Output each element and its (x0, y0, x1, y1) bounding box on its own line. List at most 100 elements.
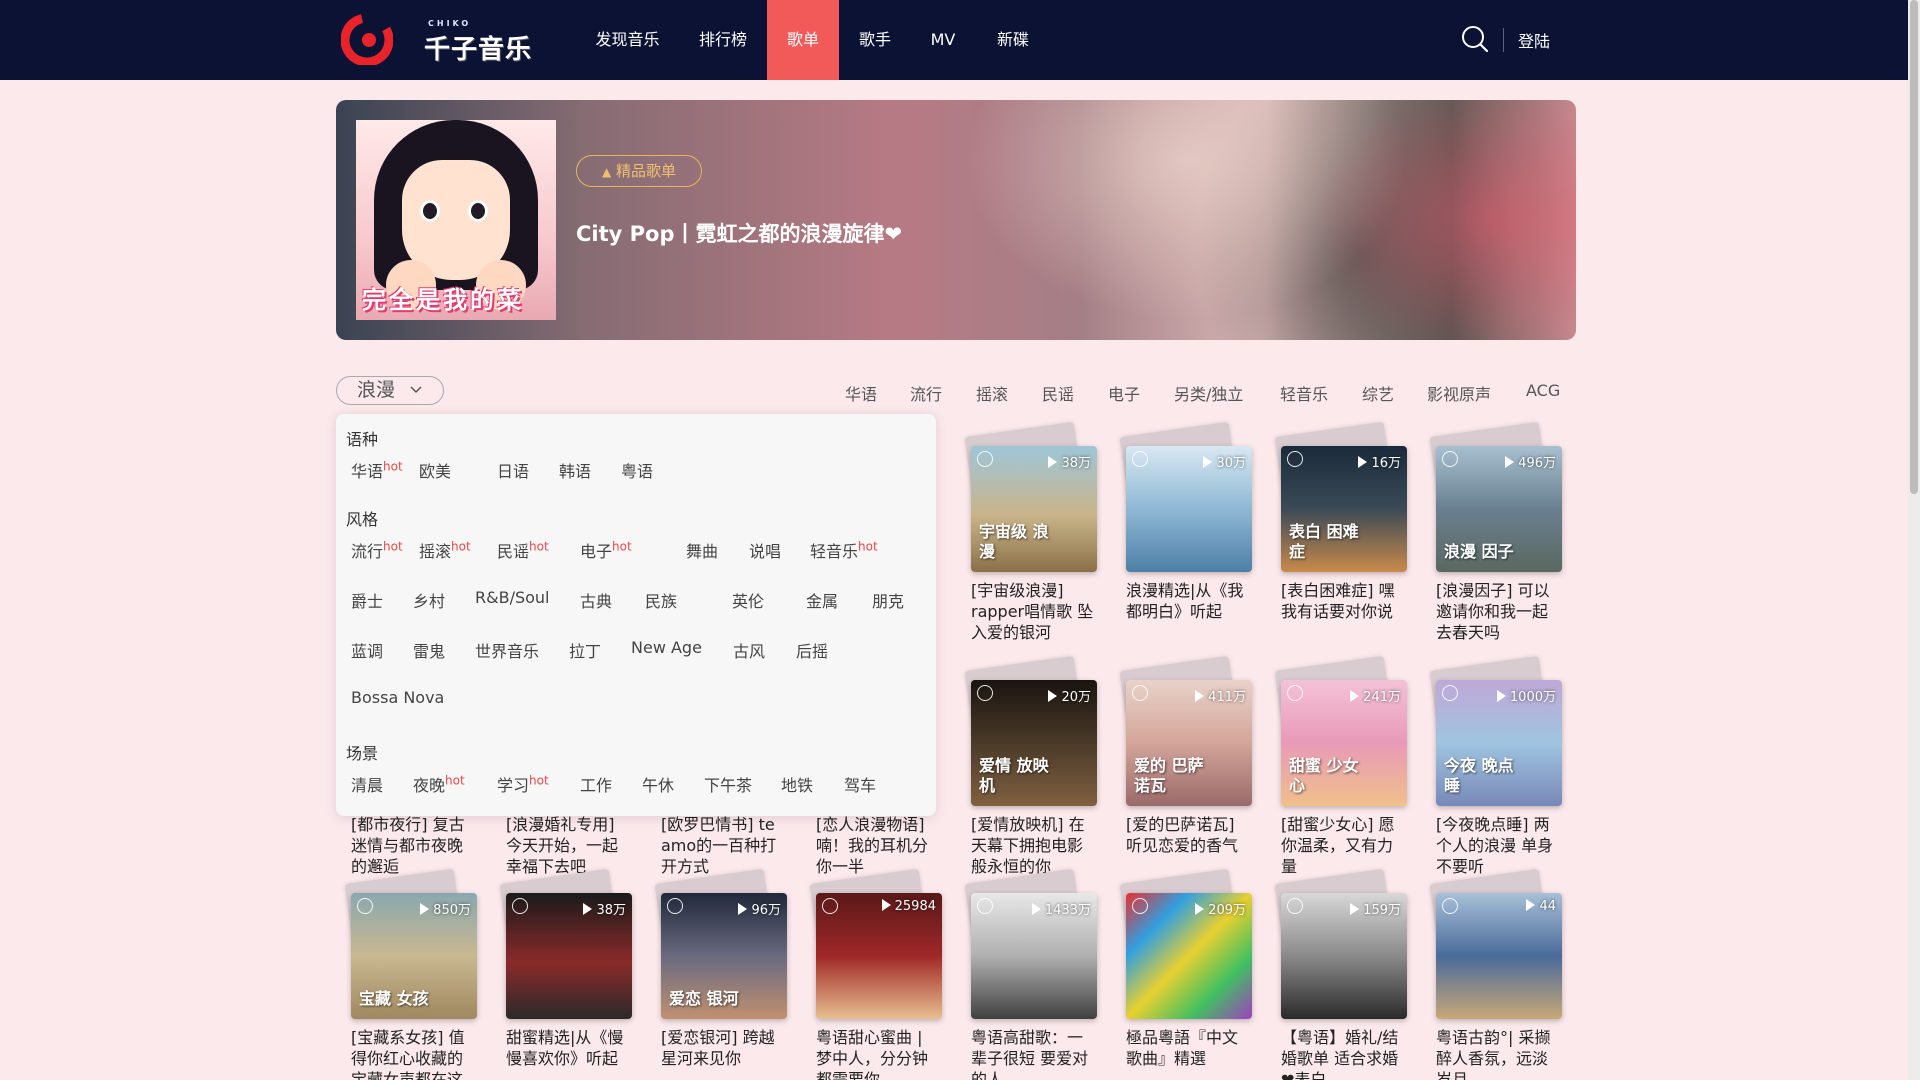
category-option[interactable]: 电子hot (580, 538, 632, 562)
category-tab[interactable]: 影视原声 (1427, 381, 1491, 405)
playlist-title[interactable]: [今夜晚点睡] 两个人的浪漫 单身不要听 (1436, 814, 1562, 877)
playlist-title[interactable]: 粤语甜心蜜曲 | 梦中人，分分钟都需要你 (816, 1027, 942, 1080)
category-option[interactable]: 清晨 (351, 772, 383, 796)
playlist-title[interactable]: [浪漫婚礼专用] 今天开始，一起幸福下去吧 (506, 814, 632, 877)
play-count: 1000万 (1496, 686, 1556, 705)
category-option[interactable]: 舞曲 (686, 538, 718, 562)
playlist-cover[interactable]: 16万 表白 困难症 (1281, 446, 1407, 572)
category-option[interactable]: 驾车 (844, 772, 876, 796)
playlist-title[interactable]: [爱情放映机] 在天幕下拥抱电影般永恒的你 (971, 814, 1097, 877)
category-option[interactable]: 夜晚hot (413, 772, 465, 796)
playlist-cover[interactable]: 25984 (816, 893, 942, 1019)
nav-mv[interactable]: MV (920, 0, 966, 80)
playlist-title[interactable]: [爱恋银河] 跨越星河来见你 (661, 1027, 787, 1069)
category-option[interactable]: 日语 (497, 458, 529, 482)
category-option[interactable]: 雷鬼 (413, 638, 445, 662)
category-option[interactable]: 民族 (645, 588, 677, 612)
category-option[interactable]: Bossa Nova (351, 688, 444, 707)
playlist-cover[interactable]: 1000万 今夜 晚点睡 (1436, 680, 1562, 806)
category-option[interactable]: 朋克 (872, 588, 904, 612)
category-tab[interactable]: 另类/独立 (1174, 381, 1243, 405)
category-option[interactable]: 爵士 (351, 588, 383, 612)
category-option[interactable]: 工作 (580, 772, 612, 796)
playlist-title[interactable]: [恋人浪漫物语] 喃！我的耳机分你一半 (816, 814, 942, 877)
cover-caption: 完全是我的菜 (362, 286, 524, 314)
playlist-title[interactable]: 極品粵語『中文歌曲』精選 (1126, 1027, 1252, 1069)
featured-playlist-banner[interactable]: 完全是我的菜 ▲ 精品歌单 City Pop丨霓虹之都的浪漫旋律❤ (336, 100, 1576, 340)
featured-cover-image[interactable]: 完全是我的菜 (356, 120, 556, 320)
category-option[interactable]: 粤语 (621, 458, 653, 482)
category-option[interactable]: 民谣hot (497, 538, 549, 562)
category-option[interactable]: 学习hot (497, 772, 549, 796)
playlist-title[interactable]: 粤语古韵°| 采撷醉人香氛，远淡岁月 (1436, 1027, 1562, 1080)
category-option[interactable]: R&B/Soul (475, 588, 550, 607)
category-option[interactable]: 韩语 (559, 458, 591, 482)
playlist-cover[interactable]: 1433万 (971, 893, 1097, 1019)
category-tab[interactable]: ACG (1526, 381, 1560, 400)
category-option[interactable]: 下午茶 (704, 772, 752, 796)
playlist-title[interactable]: [宝藏系女孩] 值得你红心收藏的宝藏女声都在这 (351, 1027, 477, 1080)
playlist-cover[interactable]: 38万 (506, 893, 632, 1019)
category-dropdown[interactable]: 浪漫 (336, 376, 444, 405)
category-tab[interactable]: 华语 (845, 381, 877, 405)
category-option[interactable]: 欧美 (419, 458, 451, 482)
category-tab[interactable]: 摇滚 (976, 381, 1008, 405)
playlist-cover[interactable]: 850万 宝藏 女孩 (351, 893, 477, 1019)
nav-discover[interactable]: 发现音乐 (585, 0, 670, 80)
category-option[interactable]: 古风 (733, 638, 765, 662)
playlist-cover[interactable]: 411万 爱的 巴萨诺瓦 (1126, 680, 1252, 806)
category-option[interactable]: New Age (631, 638, 702, 657)
category-option[interactable]: 金属 (806, 588, 838, 612)
category-option[interactable]: 英伦 (732, 588, 764, 612)
category-option[interactable]: 午休 (642, 772, 674, 796)
category-option[interactable]: 摇滚hot (419, 538, 471, 562)
nav-charts[interactable]: 排行榜 (688, 0, 758, 80)
login-link[interactable]: 登陆 (1518, 28, 1550, 52)
category-option[interactable]: 世界音乐 (475, 638, 539, 662)
category-option[interactable]: 蓝调 (351, 638, 383, 662)
category-option[interactable]: 轻音乐hot (810, 538, 878, 562)
nav-new-albums[interactable]: 新碟 (987, 0, 1039, 80)
playlist-title[interactable]: 【粤语】婚礼/结婚歌单 适合求婚❤表白 (1281, 1027, 1407, 1080)
category-tab[interactable]: 轻音乐 (1280, 381, 1328, 405)
nav-playlists[interactable]: 歌单 (767, 0, 839, 80)
category-option[interactable]: 古典 (580, 588, 612, 612)
scrollbar-thumb[interactable] (1910, 0, 1918, 494)
category-option[interactable]: 流行hot (351, 538, 403, 562)
playlist-title[interactable]: [欧罗巴情书] te amo的一百种打开方式 (661, 814, 787, 877)
category-tab[interactable]: 流行 (910, 381, 942, 405)
playlist-title[interactable]: 甜蜜精选|从《慢慢喜欢你》听起 (506, 1027, 632, 1069)
playlist-cover[interactable]: 44 (1436, 893, 1562, 1019)
play-icon (1048, 456, 1058, 468)
playlist-title[interactable]: [浪漫因子] 可以邀请你和我一起去春天吗 (1436, 580, 1562, 643)
category-option[interactable]: 后摇 (796, 638, 828, 662)
playlist-cover[interactable]: 496万 浪漫 因子 (1436, 446, 1562, 572)
nav-artists[interactable]: 歌手 (850, 0, 900, 80)
featured-title[interactable]: City Pop丨霓虹之都的浪漫旋律❤ (576, 218, 902, 248)
category-tab[interactable]: 民谣 (1042, 381, 1074, 405)
playlist-title[interactable]: 浪漫精选|从《我都明白》听起 (1126, 580, 1252, 622)
brand-logo-icon[interactable] (341, 13, 393, 65)
playlist-cover[interactable]: 38万 宇宙级 浪漫 (971, 446, 1097, 572)
playlist-cover[interactable]: 209万 (1126, 893, 1252, 1019)
category-tab[interactable]: 电子 (1108, 381, 1140, 405)
playlist-cover[interactable]: 159万 (1281, 893, 1407, 1019)
category-option[interactable]: 说唱 (749, 538, 781, 562)
playlist-cover[interactable]: 241万 甜蜜 少女心 (1281, 680, 1407, 806)
category-option[interactable]: 华语hot (351, 458, 403, 482)
playlist-title[interactable]: [都市夜行] 复古迷情与都市夜晚的邂逅 (351, 814, 477, 877)
premium-playlist-badge[interactable]: ▲ 精品歌单 (576, 155, 702, 187)
category-option[interactable]: 地铁 (781, 772, 813, 796)
playlist-title[interactable]: [爱的巴萨诺瓦] 听见恋爱的香气 (1126, 814, 1252, 856)
playlist-cover[interactable]: 96万 爱恋 银河 (661, 893, 787, 1019)
playlist-title[interactable]: [甜蜜少女心] 愿你温柔，又有力量 (1281, 814, 1407, 877)
playlist-title[interactable]: 粤语高甜歌：一辈子很短 要爱对的人 (971, 1027, 1097, 1080)
playlist-cover[interactable]: 20万 爱情 放映机 (971, 680, 1097, 806)
category-tab[interactable]: 综艺 (1362, 381, 1394, 405)
playlist-cover[interactable]: 30万 (1126, 446, 1252, 572)
category-option[interactable]: 乡村 (413, 588, 445, 612)
playlist-title[interactable]: [宇宙级浪漫] rapper唱情歌 坠入爱的银河 (971, 580, 1097, 643)
playlist-title[interactable]: [表白困难症] 嘿 我有话要对你说 (1281, 580, 1407, 622)
search-icon[interactable] (1460, 24, 1490, 54)
category-option[interactable]: 拉丁 (569, 638, 601, 662)
